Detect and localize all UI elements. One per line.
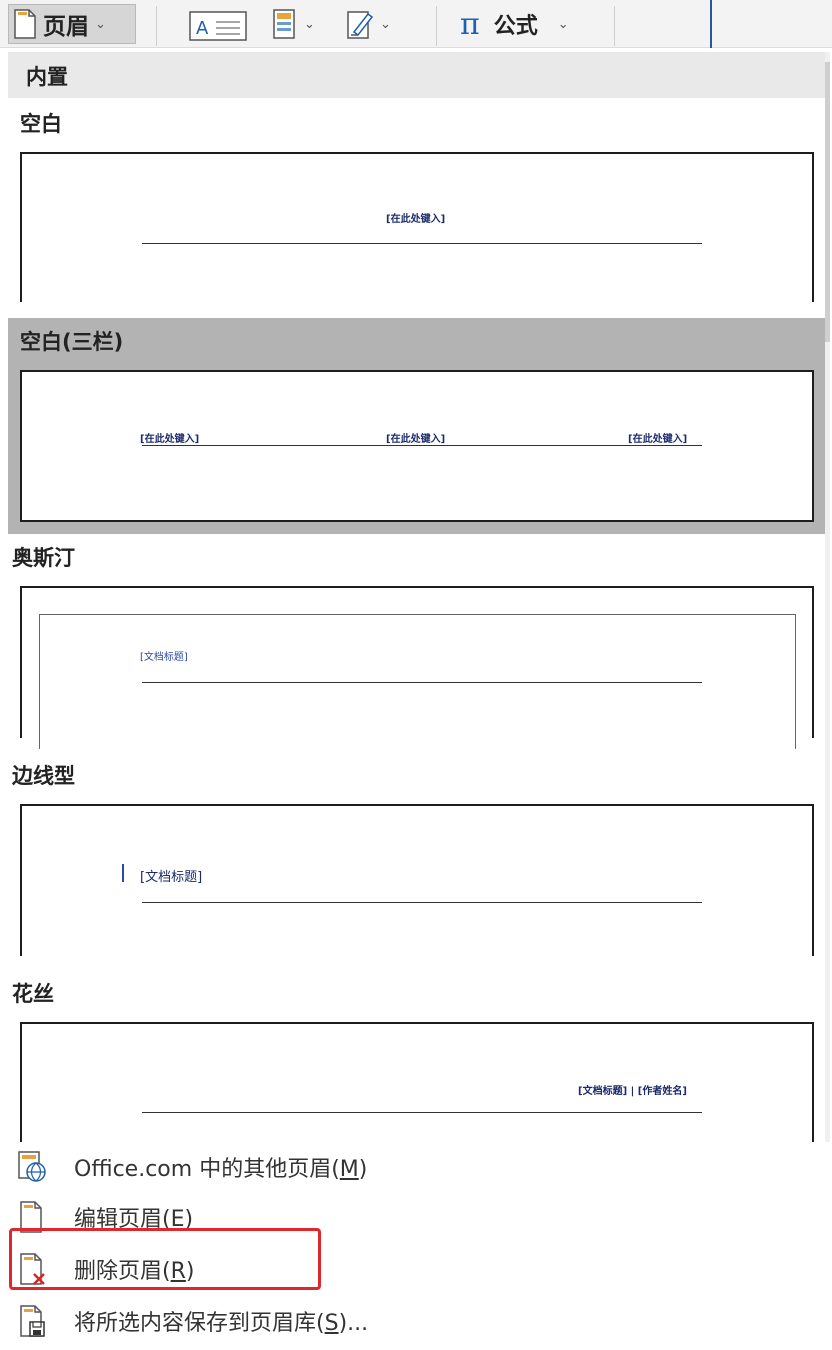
text-box-button[interactable]: A: [188, 4, 250, 44]
gallery-item-title: 奥斯汀: [12, 546, 75, 570]
text-box-glyph: A: [196, 18, 209, 39]
equation-icon: π: [460, 6, 480, 42]
signature-line-button[interactable]: ⌄: [346, 4, 410, 44]
menu-item-label: 删除页眉(R): [74, 1259, 195, 1284]
menu-item-label: 将所选内容保存到页眉库(S)...: [74, 1311, 369, 1336]
menu-item-label: Office.com 中的其他页眉(M): [74, 1157, 368, 1182]
quick-parts-button[interactable]: ⌄: [270, 4, 330, 44]
ribbon-divider-accent: [710, 0, 712, 48]
header-preview: [在此处键入]: [20, 152, 814, 302]
gallery-section-header: 内置: [8, 52, 826, 98]
chevron-down-icon: ⌄: [557, 16, 569, 32]
placeholder-text-center: [在此处键入]: [386, 434, 446, 445]
scrollbar-thumb[interactable]: [825, 62, 830, 342]
header-rule: [142, 1112, 702, 1113]
gallery-item-austin[interactable]: 奥斯汀 [文档标题]: [8, 536, 826, 754]
gallery-item-title: 边线型: [12, 764, 75, 788]
gallery-item-filigree[interactable]: 花丝 [文档标题] | [作者姓名]: [8, 972, 826, 1142]
gallery-item-title: 空白: [20, 112, 62, 136]
ribbon-separator: [436, 6, 437, 46]
header-preview: [在此处键入] [在此处键入] [在此处键入]: [20, 370, 814, 522]
chevron-down-icon: ⌄: [380, 16, 391, 32]
text-box-icon: A: [189, 11, 247, 41]
chevron-down-icon: ⌄: [95, 16, 106, 32]
gallery-item-title: 花丝: [12, 982, 54, 1006]
gallery-item-title: 空白(三栏): [20, 330, 124, 354]
gallery-item-sideline[interactable]: 边线型 [文档标题]: [8, 754, 826, 972]
gallery-scrollbar[interactable]: [825, 52, 830, 1142]
chevron-down-icon: ⌄: [304, 16, 315, 32]
section-title: 内置: [26, 65, 68, 89]
remove-header-menu-item[interactable]: 删除页眉(R): [8, 1244, 824, 1294]
save-to-gallery-icon: [20, 1305, 45, 1337]
placeholder-text: [文档标题]: [140, 870, 203, 885]
header-rule: [142, 243, 702, 244]
header-button-label: 页眉: [43, 14, 89, 40]
header-rule: [142, 445, 702, 446]
remove-header-icon: [20, 1253, 45, 1285]
sideline-accent-bar: [122, 864, 124, 882]
header-rule: [142, 682, 702, 683]
quick-parts-icon: [273, 9, 295, 39]
placeholder-text-right: [在此处键入]: [628, 434, 688, 445]
equation-button-label: 公式: [493, 14, 538, 39]
header-dropdown-button[interactable]: 页眉 ⌄: [8, 4, 136, 44]
edit-header-icon: [20, 1201, 42, 1233]
gallery-item-blank[interactable]: 空白 [在此处键入]: [8, 98, 826, 316]
header-gallery: 内置 空白 [在此处键入] 空白(三栏) [在此处键入] [在此处键入] [在此…: [8, 52, 830, 1142]
placeholder-text: [在此处键入]: [386, 214, 446, 225]
ribbon-separator: [614, 6, 615, 46]
edit-header-menu-item[interactable]: 编辑页眉(E): [8, 1192, 824, 1242]
header-rule: [142, 902, 702, 903]
page-header-icon: [14, 9, 36, 39]
placeholder-text: [文档标题]: [140, 652, 188, 663]
menu-item-label: 编辑页眉(E): [74, 1207, 194, 1232]
gallery-item-blank-three-column[interactable]: 空白(三栏) [在此处键入] [在此处键入] [在此处键入]: [8, 318, 826, 534]
header-preview: [文档标题] | [作者姓名]: [20, 1022, 814, 1142]
equation-button[interactable]: π 公式 ⌄: [460, 4, 590, 44]
header-preview: [文档标题]: [20, 586, 814, 749]
ribbon-toolbar: 页眉 ⌄ A ⌄ ⌄ π 公式 ⌄: [0, 0, 832, 48]
header-preview: [文档标题]: [20, 804, 814, 956]
placeholder-text-left: [在此处键入]: [140, 434, 200, 445]
save-selection-to-header-gallery-menu-item[interactable]: 将所选内容保存到页眉库(S)...: [8, 1296, 824, 1346]
more-headers-from-office-menu-item[interactable]: Office.com 中的其他页眉(M): [8, 1142, 824, 1192]
placeholder-text: [文档标题] | [作者姓名]: [578, 1086, 687, 1097]
ribbon-separator: [156, 6, 157, 46]
office-web-icon: [18, 1151, 46, 1182]
signature-line-icon: [347, 11, 374, 39]
